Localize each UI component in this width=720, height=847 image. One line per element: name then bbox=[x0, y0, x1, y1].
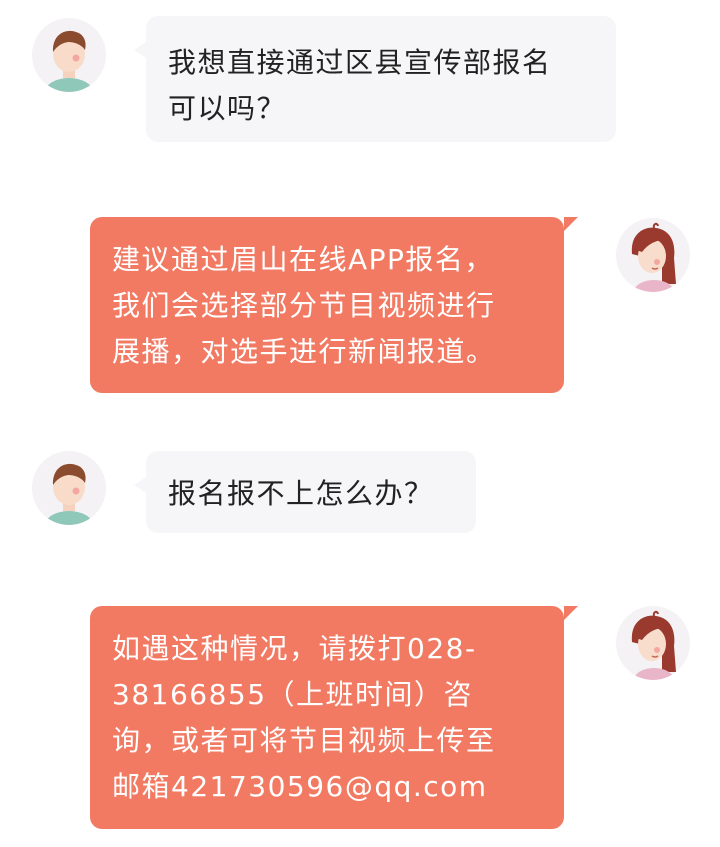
user-avatar bbox=[32, 18, 106, 92]
message-bubble: 建议通过眉山在线APP报名， 我们会选择部分节目视频进行 展播，对选手进行新闻报… bbox=[90, 217, 578, 393]
agent-avatar bbox=[616, 218, 690, 292]
boy-avatar-icon bbox=[45, 463, 93, 525]
message-bubble: 如遇这种情况，请拨打028- 38166855（上班时间）咨 询，或者可将节目视… bbox=[90, 606, 578, 829]
user-avatar bbox=[32, 451, 106, 525]
agent-avatar bbox=[616, 606, 690, 680]
boy-avatar-icon bbox=[45, 30, 93, 92]
girl-avatar-icon bbox=[631, 610, 676, 680]
girl-avatar-icon bbox=[631, 222, 676, 292]
message-bubble: 我想直接通过区县宣传部报名 可以吗？ bbox=[134, 16, 616, 142]
message-bubble: 报名报不上怎么办？ bbox=[134, 451, 476, 533]
